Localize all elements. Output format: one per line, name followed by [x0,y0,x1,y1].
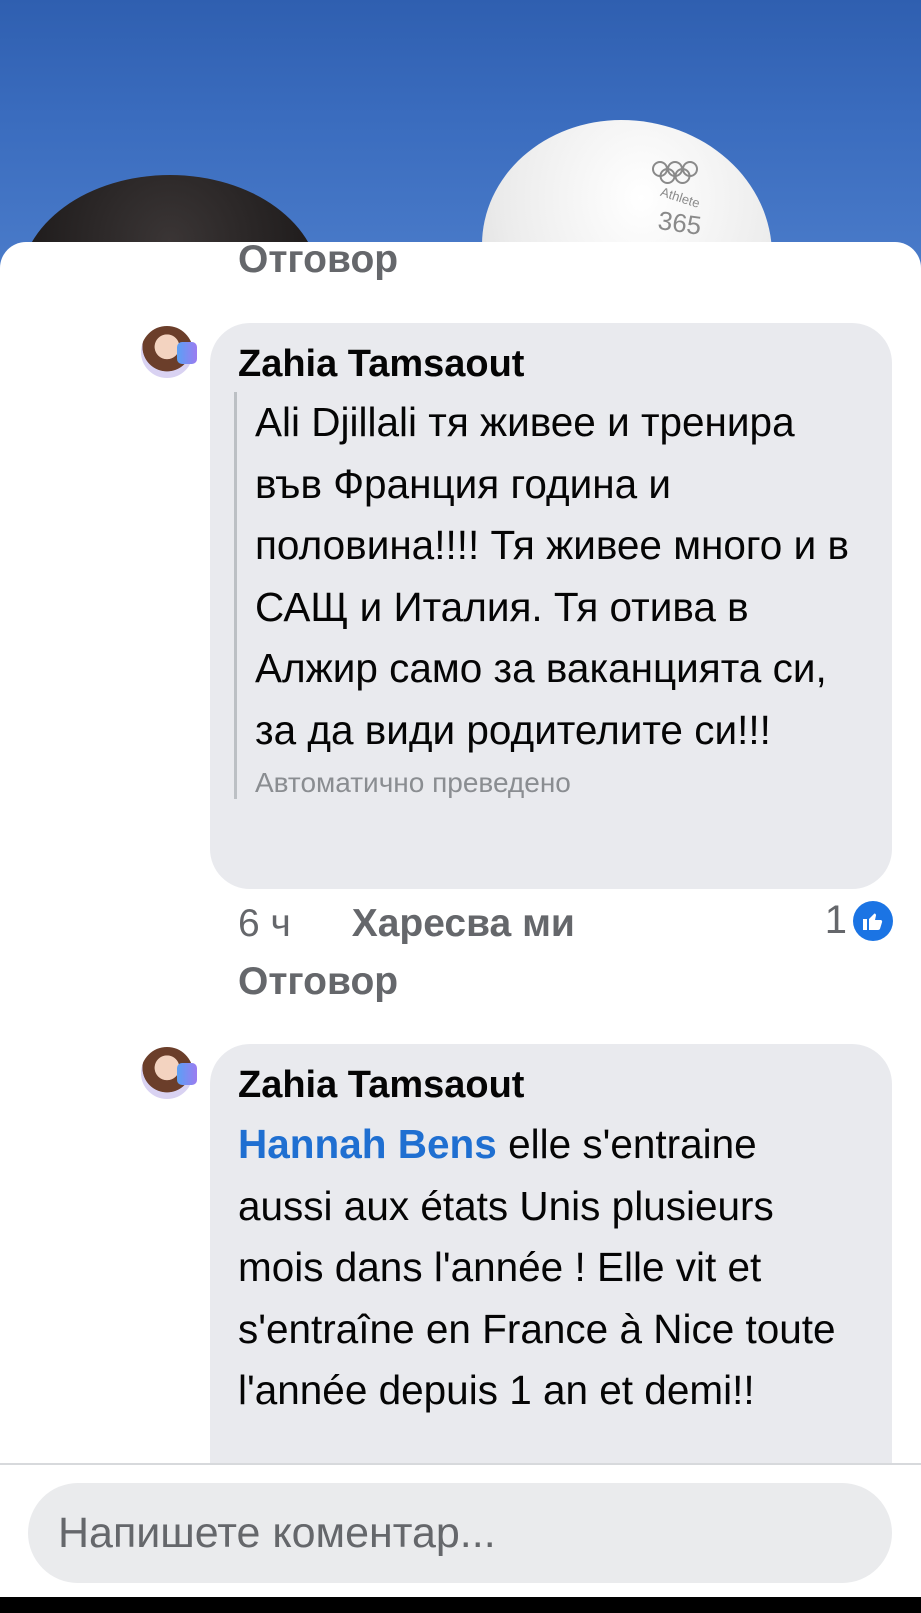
reply-link-previous[interactable]: Отговор [238,242,398,282]
olympic-rings-icon [652,161,698,184]
comment-composer: Напишете коментар... [0,1463,921,1597]
comment-input[interactable]: Напишете коментар... [28,1483,892,1583]
system-nav-strip [0,1597,921,1613]
comments-sheet: Отговор Zahia Tamsaout Ali Djillali тя ж… [0,242,921,1597]
comment-bubble[interactable]: Zahia Tamsaout Ali Djillali тя живее и т… [210,323,892,889]
avatar[interactable] [139,324,197,380]
mention-link[interactable]: Hannah Bens [238,1121,497,1167]
comment-time[interactable]: 6 ч [238,902,291,945]
comment-text: Hannah Bens elle s'entraine aussi aux ét… [238,1114,862,1422]
cap-brand-number: 365 [656,205,704,241]
reply-button[interactable]: Отговор [238,960,398,1004]
reaction-count: 1 [824,898,847,942]
auto-translated-note[interactable]: Автоматично преведено [255,767,862,799]
comment-author[interactable]: Zahia Tamsaout [238,1064,524,1107]
avatar[interactable] [139,1045,197,1101]
comment-actions: 6 ч Харесва ми [238,902,575,946]
avatar-badge-icon [177,342,197,364]
thumbs-up-icon [853,900,893,941]
reaction-summary[interactable]: 1 [825,898,893,943]
avatar-badge-icon [177,1063,197,1085]
comment-author[interactable]: Zahia Tamsaout [238,343,524,386]
translated-text-block: Ali Djillali тя живее и тренира във Фран… [234,392,862,799]
like-button[interactable]: Харесва ми [352,902,575,945]
comment-text: Ali Djillali тя живее и тренира във Фран… [255,399,849,753]
